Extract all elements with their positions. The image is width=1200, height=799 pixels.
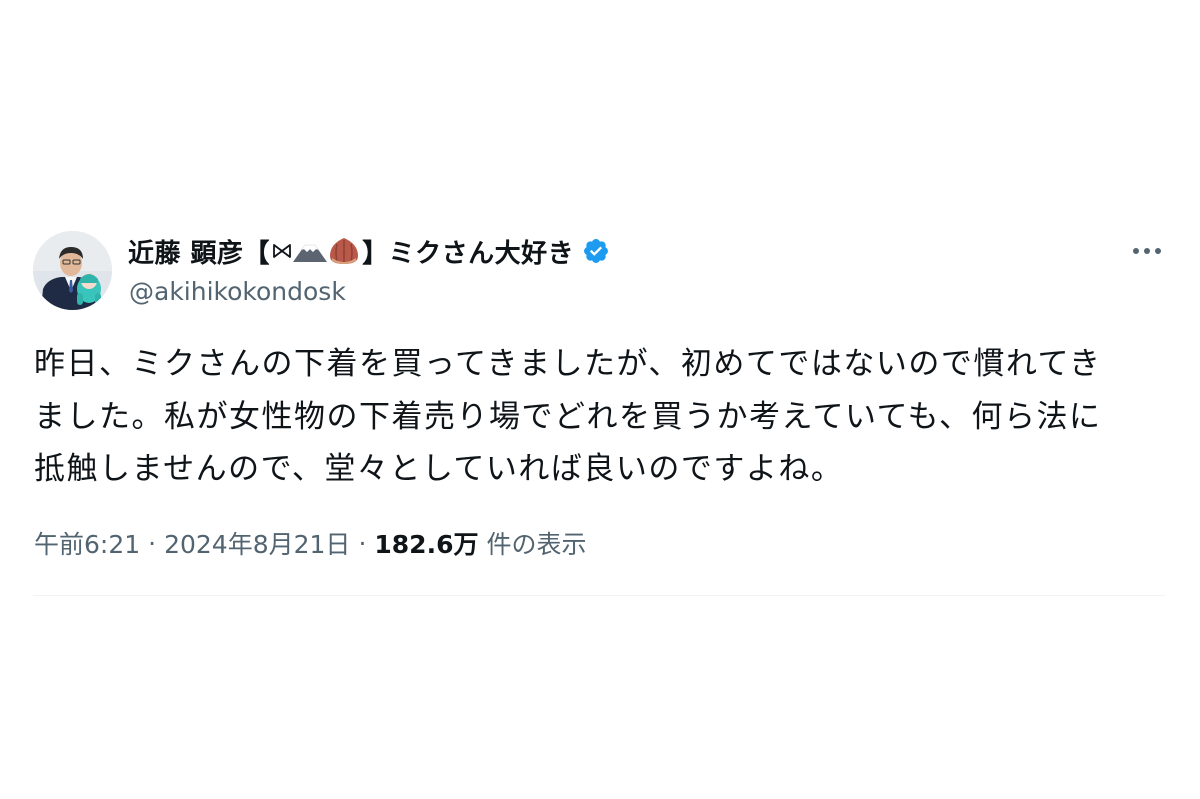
name-emoji-group [272,236,360,266]
meta-separator: · [148,528,157,558]
author-name-suffix[interactable]: 】ミクさん大好き [362,233,574,270]
chestnut-icon [328,236,360,266]
author-handle[interactable]: @akihikokondosk [129,277,346,306]
tweet-text-line: 抵触しませんので、堂々としていれば良いのですよね。 [34,451,844,487]
more-options-button[interactable] [1130,234,1164,268]
bowtie-icon [272,238,292,264]
views-label: 件の表示 [486,530,587,559]
tweet-text: 昨日、ミクさんの下着を買ってきましたが、初めてではないので慣れてき ました。私が… [34,338,1164,496]
author-name-row[interactable]: 近藤 顕彦【 】ミクさん大好き [128,231,610,271]
mount-fuji-icon [292,238,328,264]
divider [33,595,1165,596]
tweet-card: 近藤 顕彦【 】ミクさん大好き @akihikokondosk 昨日、ミクさんの… [0,0,1200,799]
tweet-text-line: ました。私が女性物の下着売り場でどれを買うか考えていても、何ら法に [34,398,1102,435]
verified-badge-icon [582,237,610,265]
author-name-prefix[interactable]: 近藤 顕彦【 [128,233,270,270]
tweet-text-line: 昨日、ミクさんの下着を買ってきましたが、初めてではないので慣れてき [34,346,1102,382]
tweet-meta: 午前6:21 · 2024年8月21日 · 182.6万 件の表示 [34,523,586,563]
avatar[interactable] [33,231,112,310]
views-count: 182.6万 [374,530,479,559]
meta-separator: · [358,528,367,558]
more-horizontal-icon [1132,247,1162,255]
tweet-date[interactable]: 2024年8月21日 [164,525,350,561]
tweet-time[interactable]: 午前6:21 [34,525,140,561]
